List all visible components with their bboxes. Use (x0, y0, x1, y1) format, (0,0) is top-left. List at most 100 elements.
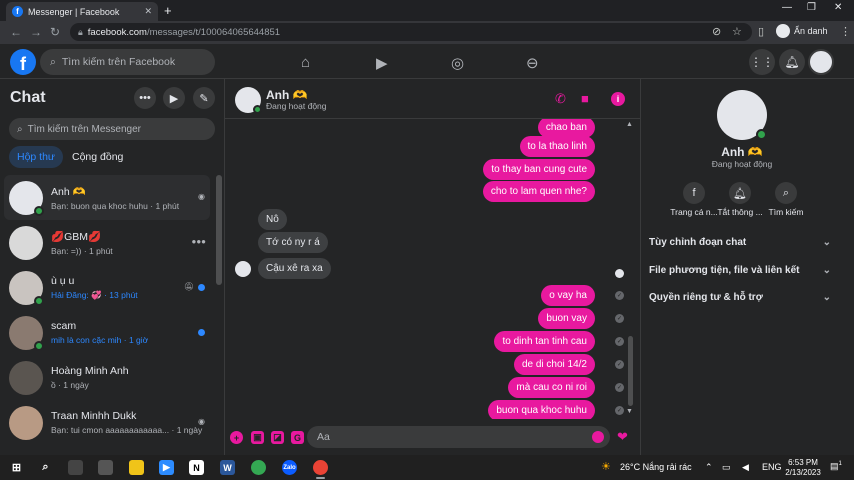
conversation-item[interactable]: scam mih là con cặc mih · 1 giờ (4, 310, 210, 355)
browser-menu-icon[interactable]: ⋮ (840, 25, 851, 38)
chrome-icon[interactable] (251, 460, 266, 475)
clock[interactable]: 6:53 PM 2/13/2023 (783, 458, 823, 478)
conversation-name: Hoàng Minh Anh (51, 365, 129, 377)
account-avatar[interactable] (808, 49, 834, 75)
language-indicator[interactable]: ENG (762, 462, 782, 472)
attach-image-icon[interactable]: ▣ (251, 431, 264, 444)
window-close-icon[interactable]: ✕ (834, 2, 842, 13)
scroll-down-icon[interactable]: ▼ (626, 408, 633, 415)
notion-icon[interactable]: N (189, 460, 204, 475)
minimize-icon[interactable]: — (782, 2, 792, 13)
weather-text[interactable]: 26°C Nắng rải rác (620, 462, 692, 472)
side-panel-icon[interactable]: ▯ (758, 25, 764, 38)
widgets-icon[interactable] (98, 460, 113, 475)
emoji-icon[interactable] (592, 431, 604, 443)
message-input[interactable]: Aa (307, 426, 610, 448)
incognito-profile[interactable]: Ẩn danh (776, 24, 828, 38)
chrome-active-icon[interactable] (313, 460, 328, 479)
menu-grid-icon[interactable]: ⋮⋮ (749, 49, 775, 75)
tab-community[interactable]: Cộng đồng (64, 146, 131, 168)
conversation-item[interactable]: Hoàng Minh Anh ồ · 1 ngày (4, 355, 210, 400)
message-composer: + ▣ ◪ G Aa ❤ (225, 422, 640, 455)
avatar (9, 225, 43, 260)
facebook-logo-icon[interactable]: f (10, 49, 36, 75)
conversation-title[interactable]: Anh 🫶 (266, 88, 308, 102)
video-call-icon[interactable]: ■ (581, 91, 589, 106)
conversation-item[interactable]: Anh 🫶 Bạn: buon qua khoc huhu · 1 phút ◉ (4, 175, 210, 220)
search-icon: ⌕ (17, 123, 23, 135)
unread-dot (198, 329, 205, 336)
seen-avatars-icon: ●●● (191, 237, 207, 246)
delivered-check-icon: ✓ (615, 406, 624, 415)
url-field[interactable]: 🔒︎ facebook.com/messages/t/1000640656448… (70, 23, 752, 41)
word-icon[interactable]: W (220, 460, 235, 475)
seen-avatar-icon (615, 269, 624, 278)
gif-icon[interactable]: G (291, 431, 304, 444)
forward-icon[interactable]: → (30, 25, 42, 39)
heart-reaction-icon[interactable]: ❤ (617, 429, 628, 445)
zoom-icon[interactable]: ▶ (159, 460, 174, 475)
avatar[interactable] (235, 87, 262, 114)
mute-action[interactable]: 🔔︎ Tắt thông ... (715, 182, 765, 217)
scrollbar-thumb[interactable] (628, 336, 633, 406)
conversation-item[interactable]: Traan Minhh Dukk Bạn: tui cmon aaaaaaaaaa… (4, 400, 210, 445)
section-media-files[interactable]: File phương tiện, file và liên kết ⌄ (649, 260, 831, 280)
message-bubble-sent: o vay ha (541, 285, 595, 306)
tab-title: Messenger | Facebook (28, 6, 120, 17)
search-icon[interactable]: ⌕ (38, 460, 53, 475)
more-actions-plus-icon[interactable]: + (230, 431, 243, 444)
new-message-icon[interactable]: ✎ (193, 87, 215, 109)
avatar[interactable] (717, 90, 767, 140)
reload-icon[interactable]: ↻ (50, 25, 60, 39)
muted-bell-icon: 🔕︎ (183, 282, 194, 291)
profile-action[interactable]: f Trang cá n... (669, 182, 719, 217)
message-thread: chao ban to la thao linh to thay ban cun… (225, 119, 625, 419)
close-tab-icon[interactable]: ✕ (144, 6, 152, 17)
scroll-up-icon[interactable]: ▲ (626, 121, 633, 128)
conversation-item[interactable]: ù ụ u Hải Đăng: 💞 · 13 phút 🔕︎ (4, 265, 210, 310)
volume-icon[interactable]: ◀ (742, 462, 749, 473)
browser-tab[interactable]: f Messenger | Facebook ✕ (6, 2, 158, 21)
restore-icon[interactable]: ❐ (807, 2, 816, 13)
conversation-pane: Anh 🫶 Đang hoạt động ✆ ■ i chao ban to l… (225, 79, 640, 455)
scrollbar-thumb[interactable] (216, 175, 222, 285)
windows-start-icon[interactable]: ⊞ (9, 460, 24, 475)
conversation-item[interactable]: 💋GBM💋 Bạn: =)) · 1 phút ●●● (4, 220, 210, 265)
tray-chevron-icon[interactable]: ⌃ (705, 462, 713, 473)
bookmark-star-icon[interactable]: ☆ (732, 25, 742, 38)
section-label: Quyền riêng tư & hỗ trợ (649, 291, 763, 303)
gaming-icon[interactable]: ⊖ (526, 54, 539, 72)
message-bubble-sent: buon qua khoc huhu (488, 400, 595, 419)
incognito-eye-icon[interactable]: ⊘ (712, 25, 721, 38)
home-icon[interactable]: ⌂ (301, 54, 310, 71)
zalo-icon[interactable]: Zalo (282, 460, 297, 475)
sidebar-scrollbar[interactable] (215, 175, 223, 455)
tab-inbox[interactable]: Hộp thư (9, 146, 63, 168)
more-options-icon[interactable]: ••• (134, 87, 156, 109)
message-bubble-sent: buon vay (538, 308, 595, 329)
task-view-icon[interactable] (68, 460, 83, 475)
section-privacy-support[interactable]: Quyền riêng tư & hỗ trợ ⌄ (649, 287, 831, 307)
weather-sun-icon[interactable]: ☀ (601, 460, 611, 473)
groups-icon[interactable]: ◎ (451, 54, 464, 72)
conversation-preview: Hải Đăng: 💞 · 13 phút (51, 289, 138, 300)
back-icon[interactable]: ← (10, 25, 22, 39)
conversation-list: Anh 🫶 Bạn: buon qua khoc huhu · 1 phút ◉ … (4, 175, 210, 445)
notifications-bell-icon[interactable]: 🔔︎ (779, 49, 805, 75)
new-tab-icon[interactable]: + (164, 3, 172, 18)
notifications-icon[interactable]: ▤1 (830, 461, 842, 472)
browser-tab-strip: f Messenger | Facebook ✕ + — ❐ ✕ (0, 0, 854, 21)
phone-call-icon[interactable]: ✆ (555, 91, 566, 107)
messenger-search-input[interactable]: ⌕ Tìm kiếm trên Messenger (9, 118, 215, 140)
thread-scrollbar[interactable]: ▲ ▼ (626, 121, 635, 416)
video-call-room-icon[interactable]: ▶ (163, 87, 185, 109)
sticker-icon[interactable]: ◪ (271, 431, 284, 444)
delivered-check-icon: ✓ (615, 360, 624, 369)
info-icon[interactable]: i (611, 92, 625, 106)
search-action[interactable]: ⌕ Tìm kiếm (761, 182, 811, 217)
file-explorer-icon[interactable] (129, 460, 144, 475)
section-customize-chat[interactable]: Tùy chỉnh đoạn chat ⌄ (649, 232, 831, 252)
network-icon[interactable]: ▭ (722, 462, 731, 473)
watch-icon[interactable]: ▶ (376, 54, 388, 72)
facebook-search-input[interactable]: ⌕ Tìm kiếm trên Facebook (40, 49, 215, 75)
